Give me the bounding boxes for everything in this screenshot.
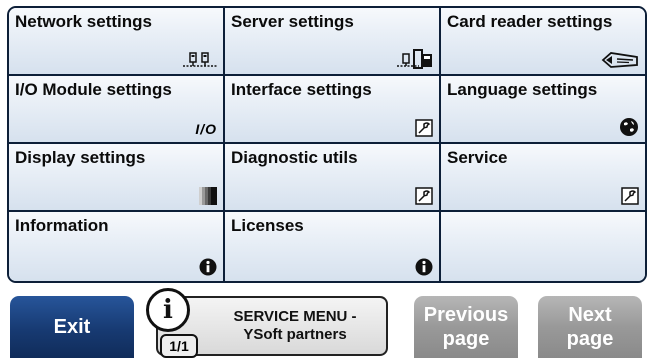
tile-language-settings[interactable]: Language settings (441, 76, 645, 144)
tile-interface-settings[interactable]: Interface settings (225, 76, 441, 144)
tile-diagnostic-utils[interactable]: Diagnostic utils (225, 144, 441, 212)
tile-label: Service (447, 148, 508, 167)
info-line-2: YSoft partners (243, 326, 347, 343)
service-menu-info-box: i 1/1 SERVICE MENU - YSoft partners (146, 288, 388, 358)
tile-service[interactable]: Service (441, 144, 645, 212)
tool-icon (415, 183, 433, 205)
exit-button[interactable]: Exit (10, 296, 134, 358)
tile-label: Language settings (447, 80, 598, 99)
io-icon: I/O (195, 121, 217, 137)
next-page-line-1: Next (568, 304, 612, 326)
tile-label: Network settings (15, 12, 152, 31)
tile-label: Licenses (231, 216, 304, 235)
tile-server-settings[interactable]: Server settings (225, 8, 441, 76)
display-icon (199, 183, 217, 205)
tile-display-settings[interactable]: Display settings (9, 144, 225, 212)
tile-label: Diagnostic utils (231, 148, 358, 167)
tool-icon (415, 115, 433, 137)
tile-label: Information (15, 216, 109, 235)
globe-icon (619, 115, 639, 137)
network-icon (183, 47, 217, 69)
tile-label: Card reader settings (447, 12, 613, 31)
tile-label: Server settings (231, 12, 354, 31)
previous-page-line-1: Previous (423, 304, 509, 326)
tile-empty (441, 212, 645, 281)
exit-button-label: Exit (53, 315, 91, 338)
tool-icon (621, 183, 639, 205)
tile-io-module-settings[interactable]: I/O Module settings I/O (9, 76, 225, 144)
server-icon (397, 47, 433, 69)
next-page-button[interactable]: Next page (538, 296, 642, 358)
tile-licenses[interactable]: Licenses (225, 212, 441, 281)
page-indicator: 1/1 (160, 334, 198, 358)
tile-network-settings[interactable]: Network settings (9, 8, 225, 76)
info-icon (415, 254, 433, 276)
previous-page-line-2: page (442, 328, 490, 350)
previous-page-button[interactable]: Previous page (414, 296, 518, 358)
next-page-line-2: page (566, 328, 614, 350)
info-text: SERVICE MENU - YSoft partners (208, 308, 382, 344)
tile-label: Display settings (15, 148, 146, 167)
service-menu-panel: Network settings Server settings Card re… (7, 6, 647, 283)
tile-information[interactable]: Information (9, 212, 225, 281)
info-icon: i (146, 288, 190, 332)
settings-grid: Network settings Server settings Card re… (9, 8, 645, 281)
info-line-1: SERVICE MENU - (233, 308, 357, 325)
info-icon (199, 254, 217, 276)
tile-card-reader-settings[interactable]: Card reader settings (441, 8, 645, 76)
tile-label: Interface settings (231, 80, 372, 99)
card-reader-icon (601, 47, 639, 69)
tile-label: I/O Module settings (15, 80, 172, 99)
